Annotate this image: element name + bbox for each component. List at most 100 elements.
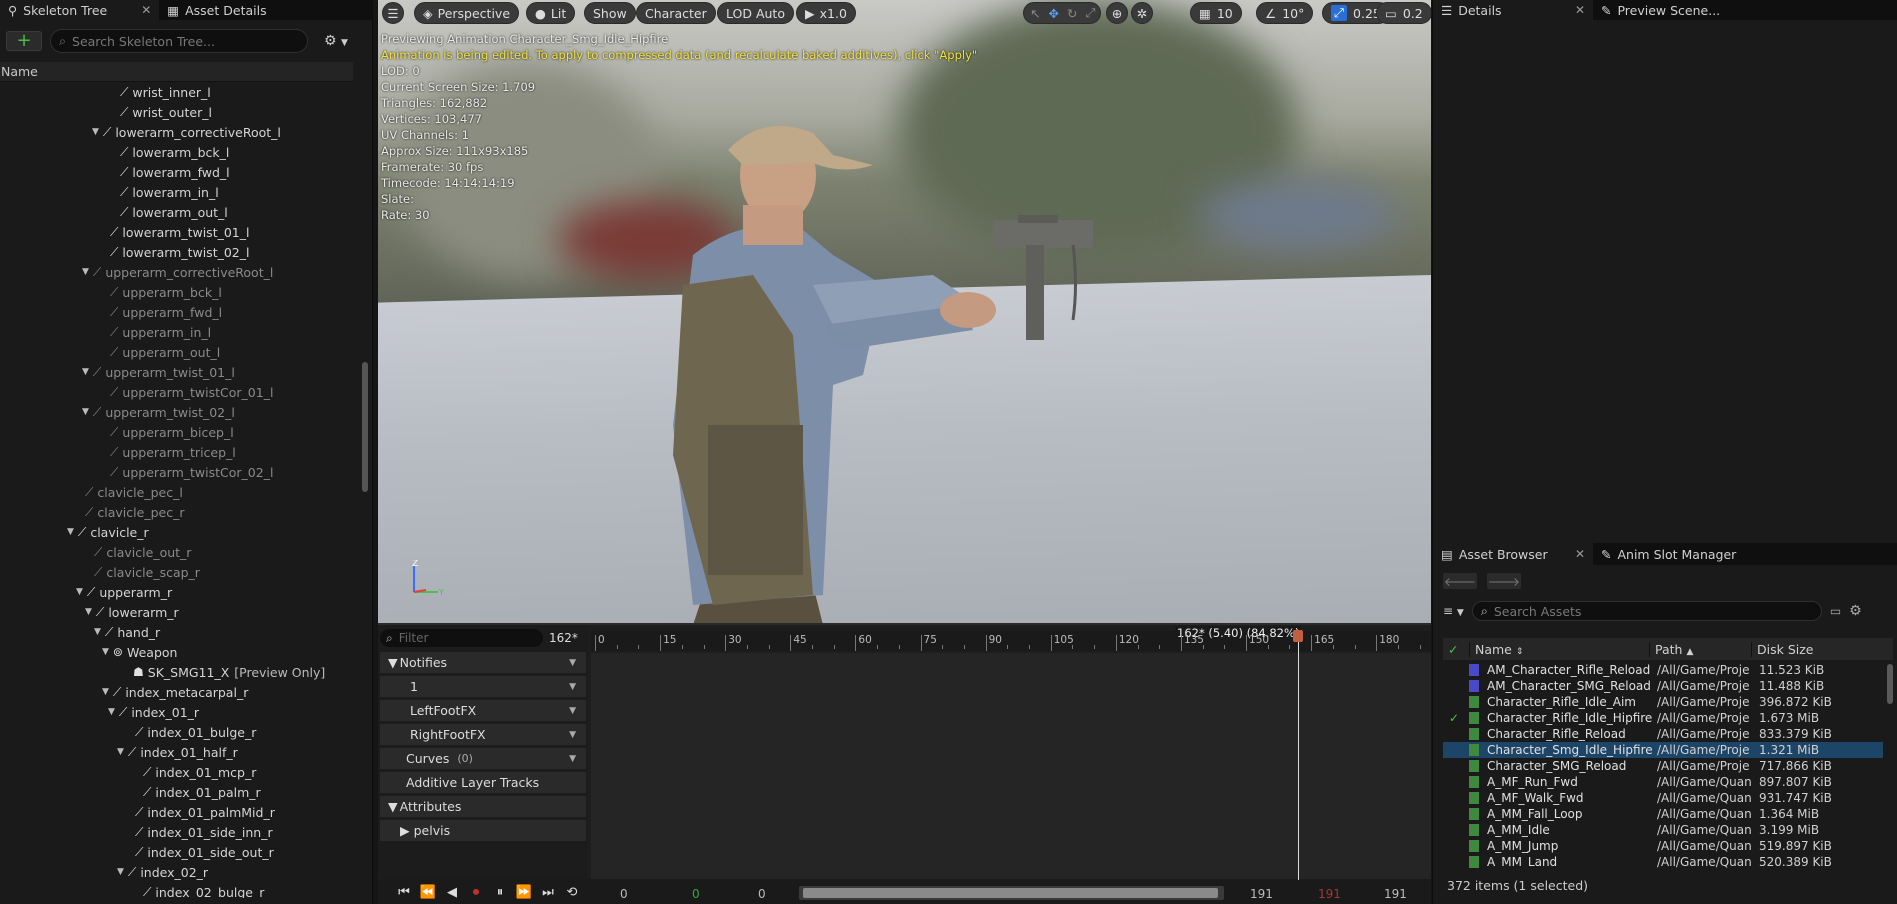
tree-row[interactable]: ⟋ upperarm_tricep_l: [110, 442, 236, 462]
playback-start[interactable]: 0: [692, 887, 700, 901]
tree-row[interactable]: ⟋ lowerarm_bck_l: [120, 142, 229, 162]
tree-row[interactable]: ▼ ⟋ index_01_half_r: [117, 742, 238, 762]
lod-button[interactable]: LOD Auto: [717, 2, 794, 24]
lit-button[interactable]: ● Lit: [526, 2, 576, 24]
playhead-handle[interactable]: [1293, 630, 1304, 642]
tree-row[interactable]: ⟋ lowerarm_in_l: [120, 182, 219, 202]
tree-row[interactable]: ▼ ⟋ hand_r: [94, 622, 160, 642]
rotation-snap[interactable]: ∠ 10°: [1256, 2, 1314, 24]
timeline-scrollbar[interactable]: [799, 886, 1224, 900]
tree-row[interactable]: ▼ ⟋ index_metacarpal_r: [102, 682, 248, 702]
tree-row[interactable]: ▼ ⟋ clavicle_r: [67, 522, 149, 542]
track-attributes[interactable]: ▼ Attributes: [380, 796, 586, 817]
collapse-arrow-icon[interactable]: ▼: [67, 527, 74, 537]
asset-row[interactable]: AM_Character_Rifle_Reload/All/Game/Proje…: [1443, 662, 1883, 678]
folder-icon[interactable]: ▭: [1830, 604, 1841, 618]
tree-row[interactable]: ▼ ⊚ Weapon: [102, 642, 177, 662]
playhead[interactable]: [1293, 630, 1304, 880]
chevron-down-icon[interactable]: ▼: [569, 682, 576, 692]
surface-snap-toggle[interactable]: ✲: [1131, 2, 1153, 24]
time-ruler[interactable]: 162* (5.40) (84.82%) 0 15 30 45 60 75 90 105 120…: [591, 626, 1431, 651]
tree-row[interactable]: ⟋ upperarm_twistCor_02_l: [110, 462, 273, 482]
collapse-arrow-icon[interactable]: ▼: [82, 367, 89, 377]
perspective-button[interactable]: ◈ Perspective: [414, 2, 520, 24]
collapse-arrow-icon[interactable]: ▼: [82, 407, 89, 417]
column-path[interactable]: Path ▲: [1649, 641, 1751, 657]
skip-to-end-icon[interactable]: ⏭: [536, 885, 560, 900]
collapse-arrow-icon[interactable]: ▼: [108, 707, 115, 717]
collapse-arrow-icon[interactable]: ▼: [102, 687, 109, 697]
close-icon[interactable]: ✕: [1575, 547, 1585, 561]
tree-row[interactable]: ⟋ upperarm_bck_l: [110, 282, 222, 302]
asset-row[interactable]: A_MM_Idle/All/Game/Quan 3.199 MiB: [1443, 822, 1883, 838]
tree-column-header[interactable]: Name: [0, 62, 353, 82]
scrollbar-thumb[interactable]: [803, 888, 1218, 898]
tree-row[interactable]: ⟋ index_01_mcp_r: [143, 762, 256, 782]
camera-speed[interactable]: ▭ 0.2: [1376, 2, 1431, 24]
collapse-arrow-icon[interactable]: ▼: [117, 747, 124, 757]
tree-row[interactable]: ⟋ index_01_palm_r: [143, 782, 261, 802]
add-button[interactable]: +: [6, 31, 42, 51]
chevron-down-icon[interactable]: ▼: [569, 706, 576, 716]
track-rightfootfx[interactable]: RightFootFX ▼: [380, 724, 586, 745]
asset-row[interactable]: Character_Rifle_Reload/All/Game/Proje 833…: [1443, 726, 1883, 742]
asset-row[interactable]: A_MM_Jump/All/Game/Quan 519.897 KiB: [1443, 838, 1883, 854]
show-button[interactable]: Show: [584, 2, 636, 24]
tree-row[interactable]: ⟋ index_01_side_out_r: [135, 842, 274, 862]
collapse-arrow-icon[interactable]: ▼: [388, 655, 398, 670]
world-local-toggle[interactable]: ⊕: [1106, 2, 1128, 24]
asset-row[interactable]: AM_Character_SMG_Reload/All/Game/Proje 11…: [1443, 678, 1883, 694]
rotate-icon[interactable]: ↻: [1067, 6, 1077, 21]
record-icon[interactable]: ⏺: [464, 885, 488, 900]
tree-row[interactable]: ⟋ index_01_bulge_r: [135, 722, 256, 742]
track-filter-input[interactable]: ⌕ Filter: [380, 629, 543, 647]
track-leftfootfx[interactable]: LeftFootFX ▼: [380, 700, 586, 721]
tree-row[interactable]: ⟋ upperarm_twistCor_01_l: [110, 382, 273, 402]
tree-row[interactable]: ⟋ upperarm_out_l: [110, 342, 220, 362]
back-button[interactable]: 🡐: [1443, 573, 1477, 589]
close-icon[interactable]: ✕: [1575, 3, 1585, 17]
asset-row[interactable]: A_MM_Fall_Loop/All/Game/Quan 1.364 MiB: [1443, 806, 1883, 822]
filter-dropdown[interactable]: ≡ ▼: [1443, 604, 1464, 618]
collapse-arrow-icon[interactable]: ▼: [82, 267, 89, 277]
tree-row[interactable]: ▼ ⟋ index_02_r: [117, 862, 208, 882]
grid-snap[interactable]: ▦ 10: [1190, 2, 1242, 24]
view-start[interactable]: 0: [758, 887, 766, 901]
select-icon[interactable]: ↖: [1030, 6, 1040, 21]
asset-row[interactable]: Character_Smg_Idle_Hipfire/All/Game/Proj…: [1443, 742, 1883, 758]
loop-icon[interactable]: ⟲: [560, 885, 584, 900]
tree-row[interactable]: ⟋ clavicle_pec_r: [85, 502, 184, 522]
asset-row[interactable]: Character_Rifle_Idle_Aim/All/Game/Proje 3…: [1443, 694, 1883, 710]
collapse-arrow-icon[interactable]: ▼: [85, 607, 92, 617]
tab-asset-details[interactable]: ▦ Asset Details: [159, 0, 274, 20]
collapse-arrow-icon[interactable]: ▼: [117, 867, 124, 877]
tree-row[interactable]: ▼ ⟋ index_01_r: [108, 702, 199, 722]
track-notify-1[interactable]: 1 ▼: [380, 676, 586, 697]
tree-row[interactable]: ☗ SK_SMG11_X [Preview Only]: [133, 662, 325, 682]
pause-icon[interactable]: ⏸: [488, 885, 512, 900]
tree-row[interactable]: ⟋ lowerarm_out_l: [120, 202, 228, 222]
tree-row[interactable]: ⟋ clavicle_scap_r: [94, 562, 200, 582]
tab-anim-slot-manager[interactable]: ✎ Anim Slot Manager: [1593, 543, 1744, 565]
scale-icon[interactable]: ⤢: [1085, 5, 1095, 21]
translate-icon[interactable]: ✥: [1048, 6, 1058, 21]
chevron-down-icon[interactable]: ▼: [569, 754, 576, 764]
playback-speed-button[interactable]: ▶ x1.0: [796, 2, 856, 24]
track-notifies[interactable]: ▼ Notifies ▼: [380, 652, 586, 673]
tree-row[interactable]: ⟋ index_01_side_inn_r: [135, 822, 273, 842]
tree-row[interactable]: ▼ ⟋ upperarm_twist_02_l: [82, 402, 235, 422]
tree-row[interactable]: ⟋ lowerarm_fwd_l: [120, 162, 230, 182]
preview-viewport[interactable]: ☰ ◈ Perspective ● Lit Show Character LOD A…: [378, 0, 1431, 623]
tree-row[interactable]: ▼ ⟋ upperarm_twist_01_l: [82, 362, 235, 382]
asset-list-scrollbar[interactable]: [1887, 664, 1893, 704]
tab-asset-browser[interactable]: ▤ Asset Browser ✕: [1433, 543, 1593, 565]
tree-row[interactable]: ⟋ index_01_palmMid_r: [135, 802, 275, 822]
step-forward-icon[interactable]: ⏩: [512, 885, 536, 900]
play-reverse-icon[interactable]: ◀: [440, 885, 464, 900]
step-back-icon[interactable]: ⏪: [416, 885, 440, 900]
tree-row[interactable]: ⟋ upperarm_in_l: [110, 322, 211, 342]
range-end[interactable]: 191: [1384, 887, 1407, 901]
playback-end[interactable]: 191: [1318, 887, 1341, 901]
asset-row[interactable]: ✓ Character_Rifle_Idle_Hipfire/All/Game/P…: [1443, 710, 1883, 726]
tree-row[interactable]: ⟋ wrist_inner_l: [120, 82, 211, 102]
